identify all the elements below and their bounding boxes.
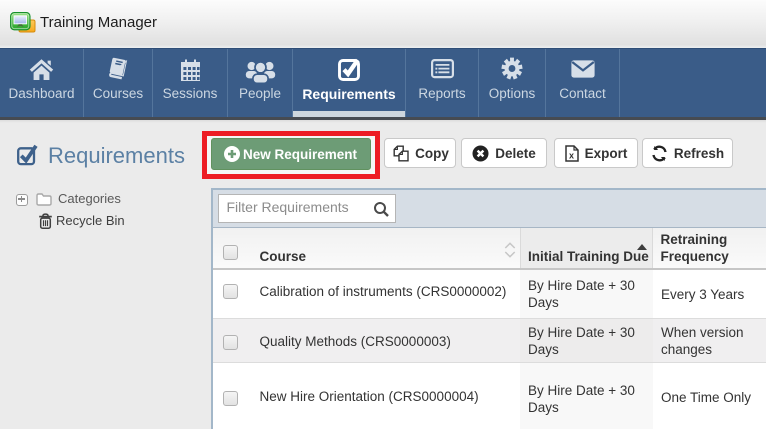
svg-text:x: x (569, 150, 574, 160)
